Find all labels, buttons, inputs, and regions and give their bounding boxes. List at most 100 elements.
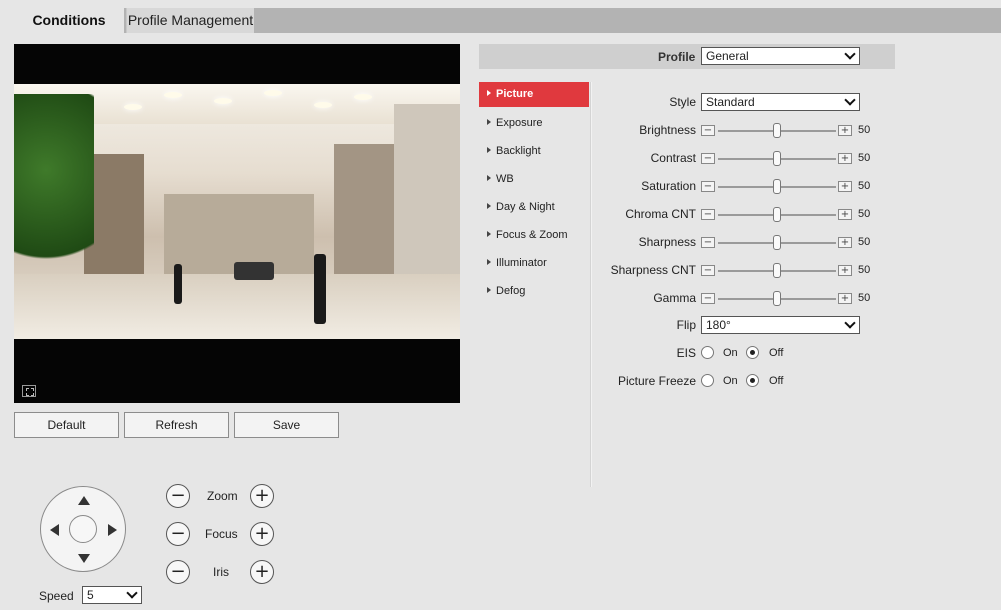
iris-label: Iris (213, 565, 229, 579)
menu-item-wb[interactable]: WB (479, 166, 589, 194)
live-video-image (14, 84, 460, 339)
sharpness-cnt-slider-thumb[interactable] (773, 263, 781, 278)
chevron-down-icon (844, 48, 856, 60)
sharpness-value: 50 (858, 236, 871, 248)
contrast-value: 50 (858, 152, 871, 164)
chroma-cnt-minus-button[interactable]: − (701, 209, 715, 220)
refresh-button[interactable]: Refresh (124, 412, 229, 438)
profile-label: Profile (658, 50, 696, 64)
arrow-down-icon[interactable] (78, 554, 90, 563)
zoom-minus-button[interactable]: − (166, 484, 190, 508)
freeze-on-radio[interactable] (701, 374, 714, 387)
panel-divider (590, 82, 592, 487)
arrow-up-icon[interactable] (78, 496, 90, 505)
chroma-cnt-value: 50 (858, 208, 871, 220)
chroma-cnt-slider-thumb[interactable] (773, 207, 781, 222)
contrast-label: Contrast (650, 151, 696, 165)
speed-select[interactable]: 5 (82, 586, 142, 604)
tab-conditions[interactable]: Conditions (14, 8, 124, 33)
freeze-off-label: Off (769, 375, 784, 387)
eis-off-label: Off (769, 347, 784, 359)
picture-freeze-label: Picture Freeze (617, 374, 696, 388)
style-select-value: Standard (706, 95, 755, 109)
tab-bar: Conditions Profile Management (14, 8, 1001, 33)
gamma-value: 50 (858, 292, 871, 304)
ptz-center-button[interactable] (69, 515, 97, 543)
sharpness-minus-button[interactable]: − (701, 237, 715, 248)
brightness-minus-button[interactable]: − (701, 125, 715, 136)
saturation-value: 50 (858, 180, 871, 192)
focus-label: Focus (205, 527, 238, 541)
triangle-right-icon (487, 231, 491, 237)
brightness-label: Brightness (639, 123, 696, 137)
style-label: Style (669, 95, 696, 109)
saturation-slider-thumb[interactable] (773, 179, 781, 194)
flip-label: Flip (676, 318, 696, 332)
brightness-value: 50 (858, 124, 871, 136)
chevron-down-icon (844, 317, 856, 329)
sharpness-plus-button[interactable]: + (838, 237, 852, 248)
menu-item-exposure[interactable]: Exposure (479, 110, 589, 138)
gamma-minus-button[interactable]: − (701, 293, 715, 304)
menu-item-focus-zoom[interactable]: Focus & Zoom (479, 222, 589, 250)
video-preview[interactable] (14, 44, 460, 403)
eis-off-radio[interactable] (746, 346, 759, 359)
sharpness-label: Sharpness (638, 235, 696, 249)
saturation-minus-button[interactable]: − (701, 181, 715, 192)
chroma-cnt-plus-button[interactable]: + (838, 209, 852, 220)
speed-select-value: 5 (87, 588, 94, 602)
gamma-plus-button[interactable]: + (838, 293, 852, 304)
triangle-right-icon (487, 175, 491, 181)
sharpness-cnt-minus-button[interactable]: − (701, 265, 715, 276)
arrow-left-icon[interactable] (50, 524, 59, 536)
gamma-slider-thumb[interactable] (773, 291, 781, 306)
freeze-on-label: On (723, 375, 738, 387)
tab-profile-management[interactable]: Profile Management (126, 8, 254, 33)
save-button[interactable]: Save (234, 412, 339, 438)
chevron-down-icon (844, 94, 856, 106)
freeze-off-radio[interactable] (746, 374, 759, 387)
gamma-label: Gamma (653, 291, 696, 305)
menu-item-illuminator[interactable]: Illuminator (479, 250, 589, 278)
default-button[interactable]: Default (14, 412, 119, 438)
ptz-direction-pad[interactable] (40, 486, 126, 572)
iris-plus-button[interactable]: + (250, 560, 274, 584)
settings-menu: Picture Exposure Backlight WB Day & Nigh… (479, 82, 589, 306)
iris-minus-button[interactable]: − (166, 560, 190, 584)
zoom-plus-button[interactable]: + (250, 484, 274, 508)
triangle-right-icon (487, 287, 491, 293)
brightness-slider-thumb[interactable] (773, 123, 781, 138)
focus-plus-button[interactable]: + (250, 522, 274, 546)
contrast-minus-button[interactable]: − (701, 153, 715, 164)
chroma-cnt-label: Chroma CNT (625, 207, 696, 221)
sharpness-cnt-plus-button[interactable]: + (838, 265, 852, 276)
profile-select[interactable]: General (701, 47, 860, 65)
menu-item-defog[interactable]: Defog (479, 278, 589, 306)
triangle-right-icon (487, 119, 491, 125)
menu-item-backlight[interactable]: Backlight (479, 138, 589, 166)
menu-item-day-night[interactable]: Day & Night (479, 194, 589, 222)
profile-select-value: General (706, 49, 749, 63)
eis-on-radio[interactable] (701, 346, 714, 359)
contrast-plus-button[interactable]: + (838, 153, 852, 164)
triangle-right-icon (487, 259, 491, 265)
focus-minus-button[interactable]: − (166, 522, 190, 546)
contrast-slider-thumb[interactable] (773, 151, 781, 166)
triangle-right-icon (487, 90, 491, 96)
zoom-label: Zoom (207, 489, 238, 503)
saturation-plus-button[interactable]: + (838, 181, 852, 192)
chevron-down-icon (126, 587, 138, 599)
speed-label: Speed (39, 589, 74, 603)
arrow-right-icon[interactable] (108, 524, 117, 536)
sharpness-cnt-value: 50 (858, 264, 871, 276)
fullscreen-icon[interactable] (22, 385, 36, 397)
triangle-right-icon (487, 203, 491, 209)
triangle-right-icon (487, 147, 491, 153)
flip-select[interactable]: 180° (701, 316, 860, 334)
flip-select-value: 180° (706, 318, 731, 332)
brightness-plus-button[interactable]: + (838, 125, 852, 136)
style-select[interactable]: Standard (701, 93, 860, 111)
eis-on-label: On (723, 347, 738, 359)
sharpness-slider-thumb[interactable] (773, 235, 781, 250)
menu-item-picture[interactable]: Picture (479, 82, 589, 107)
